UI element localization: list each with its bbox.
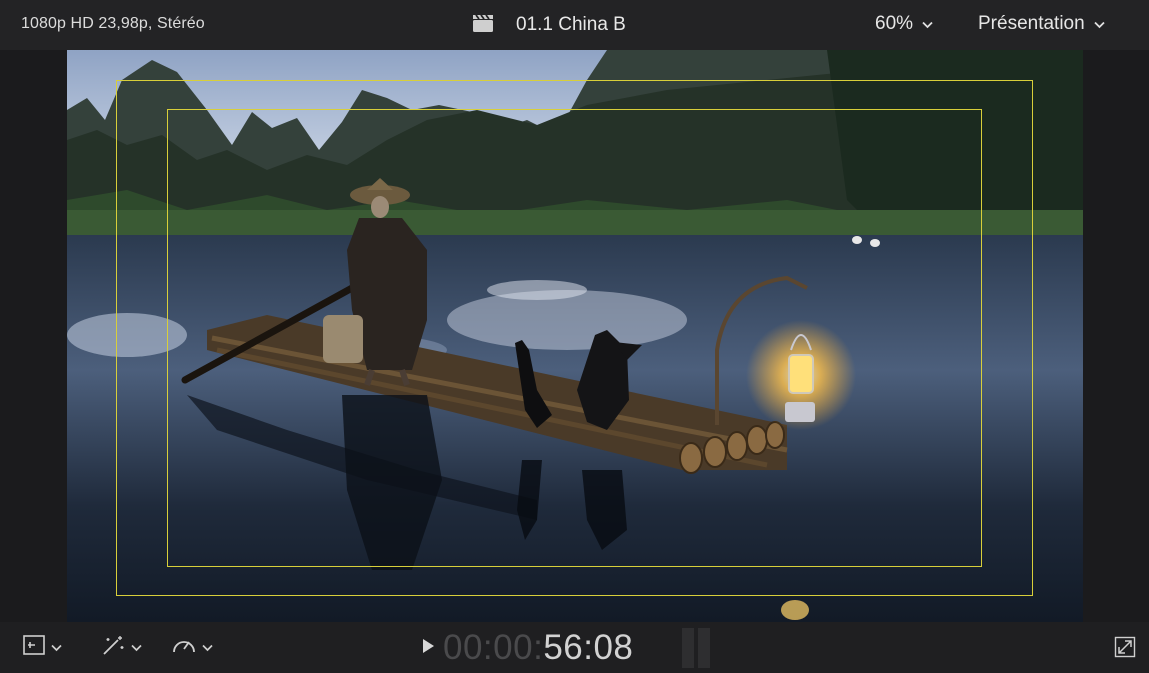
view-menu[interactable]: Présentation bbox=[978, 13, 1105, 35]
clip-title: 01.1 China B bbox=[516, 14, 626, 35]
format-info: 1080p HD 23,98p, Stéréo bbox=[21, 15, 205, 32]
timecode-value: 56:08 bbox=[543, 628, 634, 667]
viewer-header: 1080p HD 23,98p, Stéréo 01.1 China B 60%… bbox=[0, 0, 1149, 50]
title-safe-overlay bbox=[167, 109, 982, 567]
audio-meter-left bbox=[682, 628, 694, 668]
transform-tool-icon bbox=[22, 634, 46, 661]
zoom-level: 60% bbox=[875, 13, 914, 34]
chevron-down-icon bbox=[202, 639, 213, 657]
audio-meters[interactable] bbox=[682, 628, 710, 668]
retime-menu[interactable] bbox=[171, 634, 213, 661]
chevron-down-icon bbox=[51, 639, 62, 657]
timecode-leading: 00:00: bbox=[443, 628, 544, 667]
chevron-down-icon bbox=[922, 13, 933, 35]
fullscreen-icon bbox=[1114, 636, 1136, 662]
video-viewer[interactable] bbox=[67, 50, 1083, 622]
play-icon[interactable] bbox=[421, 638, 435, 659]
chevron-down-icon bbox=[131, 639, 142, 657]
audio-meter-right bbox=[698, 628, 710, 668]
retime-speed-icon bbox=[171, 634, 197, 661]
zoom-menu[interactable]: 60% bbox=[875, 13, 933, 35]
view-menu-label: Présentation bbox=[978, 13, 1085, 34]
fullscreen-button[interactable] bbox=[1114, 636, 1136, 663]
enhancements-menu[interactable] bbox=[100, 634, 142, 661]
clip-title-group: 01.1 China B bbox=[472, 12, 626, 38]
transform-tool-menu[interactable] bbox=[22, 634, 62, 661]
chevron-down-icon bbox=[1094, 13, 1105, 35]
clapperboard-icon bbox=[472, 13, 494, 38]
enhancement-wand-icon bbox=[100, 634, 126, 661]
timecode-display[interactable]: 00:00:56:08 bbox=[421, 626, 633, 670]
viewer-footer: 00:00:56:08 bbox=[0, 622, 1149, 673]
